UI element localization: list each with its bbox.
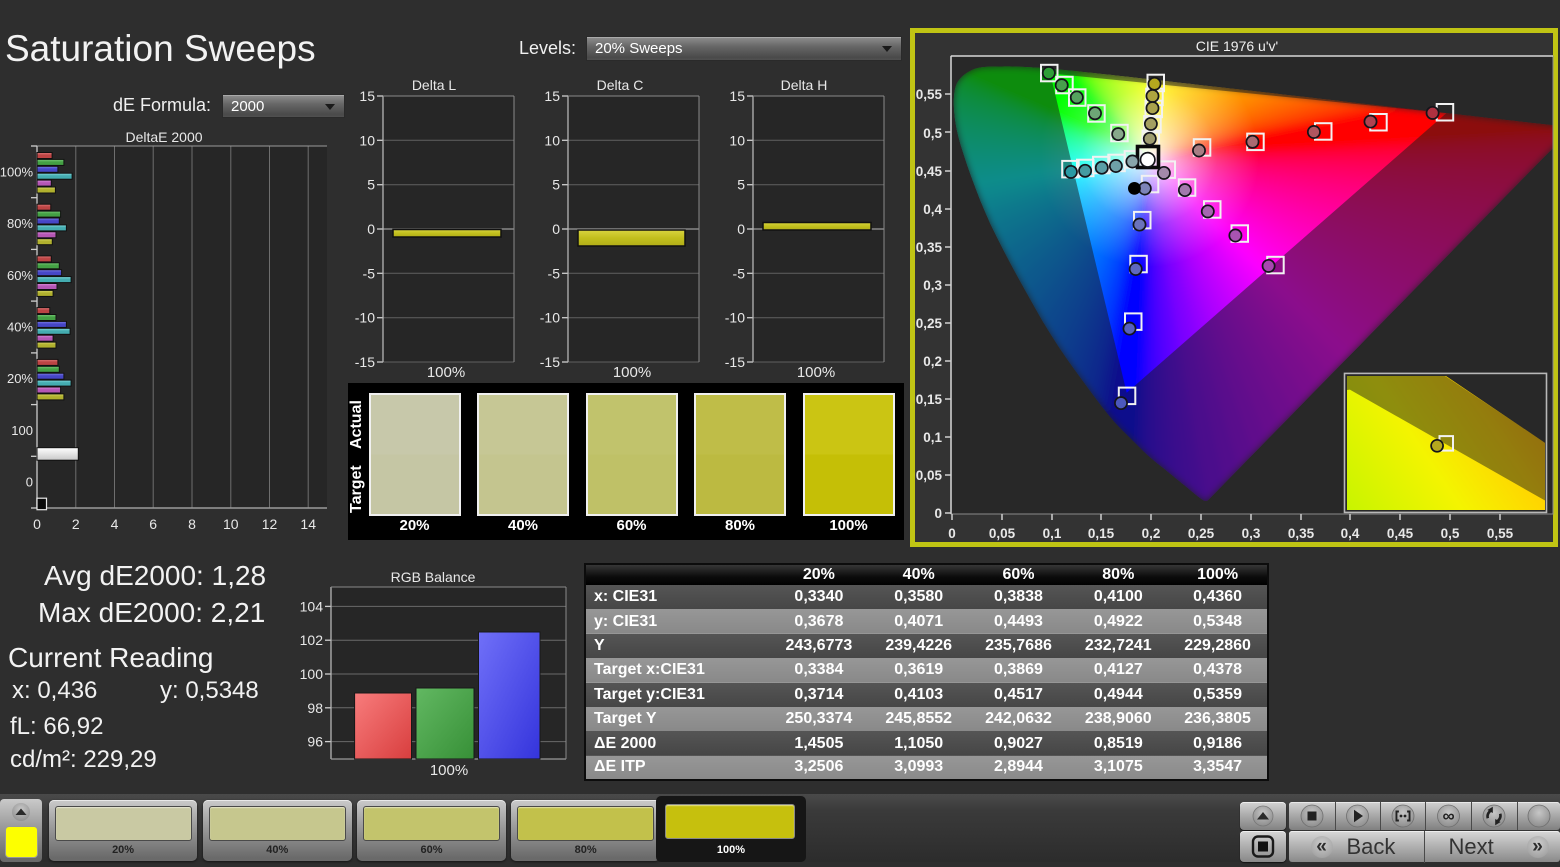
svg-text:Delta H: Delta H [781,77,828,93]
svg-text:-15: -15 [540,354,560,370]
svg-text:-10: -10 [355,310,375,326]
svg-text:0,25: 0,25 [1188,526,1215,541]
svg-text:60%: 60% [7,268,33,283]
svg-text:-10: -10 [540,310,560,326]
svg-text:98: 98 [307,700,323,716]
svg-text:0,5: 0,5 [923,126,942,141]
svg-text:0,45: 0,45 [916,164,943,179]
svg-text:20%: 20% [7,371,33,386]
svg-text:-5: -5 [548,265,561,281]
svg-text:0,05: 0,05 [916,468,943,483]
svg-text:10: 10 [729,132,745,148]
svg-text:0,2: 0,2 [1142,526,1161,541]
svg-text:0,35: 0,35 [916,240,943,255]
svg-text:102: 102 [300,632,324,648]
svg-text:0,45: 0,45 [1387,526,1414,541]
svg-text:-5: -5 [363,265,376,281]
svg-text:0: 0 [33,516,41,532]
svg-text:5: 5 [552,177,560,193]
svg-text:96: 96 [307,734,323,750]
svg-text:5: 5 [367,177,375,193]
svg-text:0,1: 0,1 [1043,526,1062,541]
svg-text:10: 10 [223,516,239,532]
svg-text:0,55: 0,55 [916,87,943,102]
svg-text:5: 5 [737,177,745,193]
svg-text:Delta L: Delta L [412,77,457,93]
svg-text:0,1: 0,1 [923,430,942,445]
svg-text:2: 2 [72,516,80,532]
svg-text:15: 15 [544,88,560,104]
svg-text:10: 10 [544,132,560,148]
svg-text:0: 0 [737,221,745,237]
svg-text:Delta C: Delta C [597,77,644,93]
svg-text:8: 8 [188,516,196,532]
svg-text:15: 15 [729,88,745,104]
svg-text:12: 12 [262,516,278,532]
svg-text:0,4: 0,4 [923,202,942,217]
svg-text:6: 6 [149,516,157,532]
svg-text:-5: -5 [733,265,746,281]
svg-text:0,15: 0,15 [1088,526,1115,541]
svg-text:CIE 1976 u'v': CIE 1976 u'v' [1196,38,1278,54]
svg-text:0,2: 0,2 [923,354,942,369]
svg-text:80%: 80% [7,216,33,231]
svg-text:-15: -15 [355,354,375,370]
svg-text:40%: 40% [7,320,33,335]
svg-text:-10: -10 [725,310,745,326]
svg-text:0: 0 [367,221,375,237]
svg-text:104: 104 [300,598,324,614]
svg-text:RGB Balance: RGB Balance [391,569,476,585]
svg-text:100%: 100% [613,364,651,381]
svg-text:100%: 100% [0,164,33,179]
svg-text:100%: 100% [797,364,835,381]
svg-text:14: 14 [300,516,316,532]
svg-text:0,15: 0,15 [916,392,943,407]
svg-text:-15: -15 [725,354,745,370]
svg-text:4: 4 [111,516,119,532]
svg-text:100: 100 [11,423,33,438]
svg-text:0: 0 [948,526,956,541]
svg-text:0,4: 0,4 [1341,526,1360,541]
svg-text:0,05: 0,05 [989,526,1016,541]
svg-text:0: 0 [552,221,560,237]
svg-text:0: 0 [26,475,33,490]
svg-text:0,35: 0,35 [1288,526,1315,541]
svg-text:0,55: 0,55 [1487,526,1514,541]
svg-text:0,3: 0,3 [1242,526,1261,541]
svg-text:100%: 100% [427,364,465,381]
svg-text:100: 100 [300,666,324,682]
svg-text:100%: 100% [430,762,468,779]
svg-text:0: 0 [934,506,942,521]
svg-text:0,3: 0,3 [923,278,942,293]
svg-text:0,5: 0,5 [1441,526,1460,541]
svg-text:DeltaE 2000: DeltaE 2000 [125,129,202,145]
svg-text:∞: ∞ [1442,806,1454,825]
svg-text:0,25: 0,25 [916,316,943,331]
svg-text:15: 15 [359,88,375,104]
svg-text:10: 10 [359,132,375,148]
